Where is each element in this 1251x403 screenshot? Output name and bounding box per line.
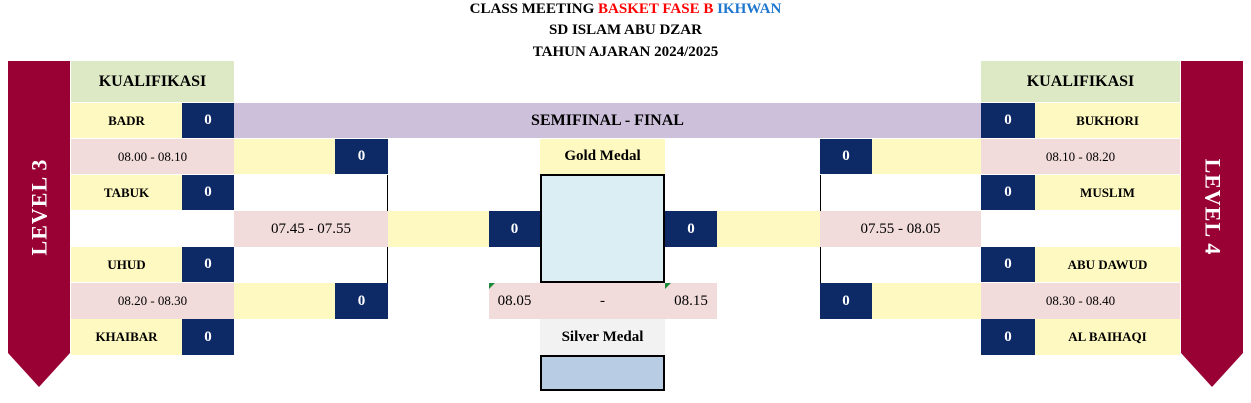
left-team-1: BADR bbox=[71, 103, 182, 138]
left-qualification-label: KUALIFIKASI bbox=[71, 61, 234, 102]
right-team-1-score: 0 bbox=[981, 103, 1035, 138]
right-team-1: BUKHORI bbox=[1035, 103, 1180, 138]
right-semi-2-slot bbox=[872, 283, 981, 319]
school-name: SD ISLAM ABU DZAR bbox=[549, 22, 702, 38]
right-team-4-score: 0 bbox=[981, 319, 1035, 355]
silver-medal-box bbox=[540, 355, 665, 391]
right-semi-1-slot bbox=[872, 139, 981, 174]
title-line-1: CLASS MEETING BASKET FASE B IKHWAN bbox=[0, 0, 1251, 18]
right-team-4: AL BAIHAQI bbox=[1035, 319, 1180, 355]
left-finalist-slot bbox=[388, 211, 489, 247]
left-team-3: UHUD bbox=[71, 247, 182, 282]
right-bracket-line-1 bbox=[820, 175, 821, 211]
left-match-2-time: 08.20 - 08.30 bbox=[71, 283, 234, 319]
left-team-2-score: 0 bbox=[182, 175, 234, 210]
left-level-label: LEVEL 3 bbox=[26, 158, 51, 256]
gold-medal-box bbox=[540, 174, 665, 283]
academic-year: TAHUN AJARAN 2024/2025 bbox=[532, 44, 719, 60]
right-team-3: ABU DAWUD bbox=[1035, 247, 1180, 282]
right-qualification-label: KUALIFIKASI bbox=[981, 61, 1180, 102]
gold-medal-label: Gold Medal bbox=[540, 139, 665, 174]
stage-bar: SEMIFINAL - FINAL bbox=[234, 103, 981, 138]
left-team-4: KHAIBAR bbox=[71, 319, 182, 355]
left-semi-time: 07.45 - 07.55 bbox=[234, 211, 388, 247]
right-team-2-score: 0 bbox=[981, 175, 1035, 210]
final-time-separator: - bbox=[600, 292, 605, 309]
left-match-1-time: 08.00 - 08.10 bbox=[71, 139, 234, 174]
left-ribbon-tip bbox=[8, 353, 70, 387]
right-team-3-score: 0 bbox=[981, 247, 1035, 282]
silver-medal-label: Silver Medal bbox=[540, 319, 665, 355]
title-sport: BASKET FASE B bbox=[598, 1, 714, 17]
right-team-2: MUSLIM bbox=[1035, 175, 1180, 210]
title-prefix: CLASS MEETING bbox=[469, 1, 595, 17]
left-semi-2-score: 0 bbox=[335, 283, 388, 319]
title-group: IKHWAN bbox=[717, 1, 782, 17]
right-semi-1-score: 0 bbox=[820, 139, 872, 174]
right-match-2-time: 08.30 - 08.40 bbox=[981, 283, 1180, 319]
left-semi-1-score: 0 bbox=[335, 139, 388, 174]
right-semi-2-score: 0 bbox=[820, 283, 872, 319]
right-semi-time: 07.55 - 08.05 bbox=[820, 211, 981, 247]
right-final-score: 0 bbox=[665, 211, 717, 247]
right-ribbon-tip bbox=[1181, 353, 1243, 387]
right-match-1-time: 08.10 - 08.20 bbox=[981, 139, 1180, 174]
left-semi-1-slot bbox=[234, 139, 335, 174]
left-bracket-line-1 bbox=[387, 175, 388, 211]
left-bracket-line-2 bbox=[387, 247, 388, 283]
right-level-label: LEVEL 4 bbox=[1200, 158, 1225, 256]
final-time-end: 08.15 bbox=[674, 292, 708, 309]
left-semi-2-slot bbox=[234, 283, 335, 319]
right-bracket-line-2 bbox=[820, 247, 821, 283]
left-team-4-score: 0 bbox=[182, 319, 234, 355]
left-final-score: 0 bbox=[489, 211, 540, 247]
left-team-3-score: 0 bbox=[182, 247, 234, 282]
right-finalist-slot bbox=[717, 211, 820, 247]
final-time-start: 08.05 bbox=[497, 292, 532, 309]
left-team-1-score: 0 bbox=[182, 103, 234, 138]
left-team-2: TABUK bbox=[71, 175, 182, 210]
